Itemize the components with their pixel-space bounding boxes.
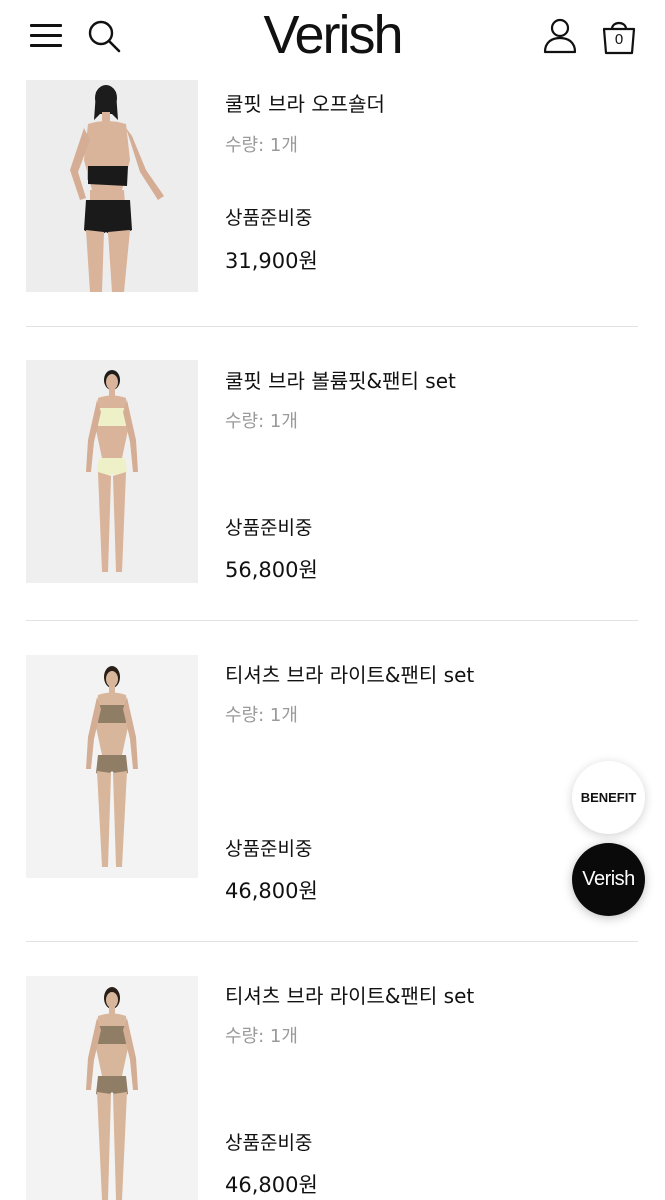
garment-top — [98, 408, 126, 426]
verish-chat-button[interactable]: Verish — [572, 843, 645, 916]
product-image[interactable] — [26, 976, 198, 1200]
order-status: 상품준비중 — [225, 517, 313, 539]
product-quantity: 수량: 1개 — [225, 1026, 298, 1047]
product-quantity: 수량: 1개 — [225, 135, 298, 156]
cart-count: 0 — [614, 31, 624, 48]
model-figure — [26, 655, 198, 878]
order-item[interactable]: 티셔츠 브라 라이트&팬티 set 수량: 1개 상품준비중 46,800원 — [26, 655, 638, 903]
garment-top — [88, 166, 128, 186]
product-quantity: 수량: 1개 — [225, 411, 298, 432]
product-name[interactable]: 쿨핏 브라 볼륨핏&팬티 set — [225, 365, 456, 394]
product-price: 56,800원 — [225, 558, 318, 582]
order-item[interactable]: 쿨핏 브라 볼륨핏&팬티 set 수량: 1개 상품준비중 56,800원 — [26, 360, 638, 585]
order-status: 상품준비중 — [225, 838, 313, 860]
product-price: 46,800원 — [225, 1173, 318, 1197]
product-image[interactable] — [26, 655, 198, 878]
model-figure — [26, 976, 198, 1200]
garment-top — [98, 1026, 126, 1044]
divider — [26, 620, 638, 621]
product-price: 31,900원 — [225, 249, 318, 273]
product-image[interactable] — [26, 80, 198, 292]
benefit-button[interactable]: BENEFIT — [572, 761, 645, 834]
product-name[interactable]: 티셔츠 브라 라이트&팬티 set — [225, 980, 474, 1009]
product-name[interactable]: 쿨핏 브라 오프숄더 — [225, 88, 385, 117]
model-figure — [26, 80, 198, 292]
divider — [26, 941, 638, 942]
order-status: 상품준비중 — [225, 1132, 313, 1154]
product-name[interactable]: 티셔츠 브라 라이트&팬티 set — [225, 659, 474, 688]
divider — [26, 326, 638, 327]
model-figure — [26, 360, 198, 583]
header: Verish 0 — [0, 0, 665, 72]
user-icon[interactable] — [540, 16, 580, 56]
product-quantity: 수량: 1개 — [225, 705, 298, 726]
garment-top — [98, 705, 126, 723]
order-status: 상품준비중 — [225, 207, 313, 229]
order-item[interactable]: 쿨핏 브라 오프숄더 수량: 1개 상품준비중 31,900원 — [26, 80, 638, 295]
product-price: 46,800원 — [225, 879, 318, 903]
product-image[interactable] — [26, 360, 198, 583]
cart-button[interactable]: 0 — [600, 16, 638, 56]
order-item[interactable]: 티셔츠 브라 라이트&팬티 set 수량: 1개 상품준비중 46,800원 — [26, 976, 638, 1200]
